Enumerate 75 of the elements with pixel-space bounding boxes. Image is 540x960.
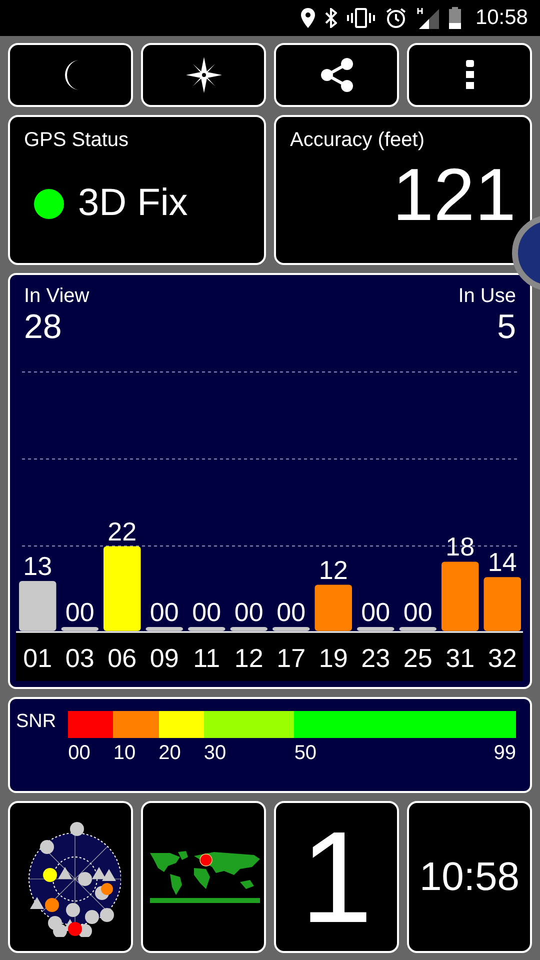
satellite-id: 01 — [23, 643, 52, 673]
bluetooth-icon — [325, 8, 338, 28]
satellite-marker — [42, 868, 56, 882]
battery-icon — [449, 7, 462, 29]
satellite-marker — [70, 822, 84, 836]
satellite-count-tile[interactable]: 1 — [274, 801, 399, 953]
location-icon — [301, 8, 316, 28]
satellite-marker — [100, 908, 114, 922]
satellite-count: 1 — [300, 812, 373, 942]
accuracy-value: 121 — [392, 158, 516, 232]
status-dot — [34, 188, 64, 218]
satellite-marker — [100, 883, 112, 895]
more-button[interactable] — [407, 43, 532, 107]
card-title: Accuracy (feet) — [290, 129, 426, 152]
in-use-count: 5 — [497, 308, 516, 347]
share-icon — [318, 57, 354, 93]
satellite-id: 03 — [65, 643, 94, 673]
snr-tick: 20 — [158, 742, 181, 765]
satellite-id: 32 — [488, 643, 517, 673]
satellite-id: 19 — [318, 643, 348, 673]
vibrate-icon — [347, 8, 376, 28]
in-view-count: 28 — [24, 308, 63, 347]
satellite-id: 17 — [276, 643, 306, 673]
satellite-id: 31 — [446, 643, 475, 673]
snr-tick: 50 — [294, 742, 317, 765]
snr-tick: 99 — [494, 742, 516, 765]
satellite-marker — [66, 903, 80, 917]
bar-value: 14 — [488, 547, 517, 578]
satellite-marker — [92, 867, 106, 879]
alarm-icon — [385, 7, 408, 29]
bar-value: 00 — [150, 597, 179, 627]
satellite-id: 11 — [193, 643, 220, 673]
satellite-marker — [78, 872, 92, 886]
bar-value: 00 — [234, 597, 264, 627]
card-title: GPS Status — [24, 129, 130, 152]
satellite-marker — [52, 924, 66, 937]
satellite-id: 06 — [108, 643, 137, 673]
satellite-marker — [44, 898, 58, 912]
bar-value: 00 — [403, 597, 432, 627]
satellite-marker — [40, 840, 54, 854]
bar-value: 00 — [65, 597, 94, 627]
snr-tick: 30 — [204, 742, 226, 765]
world-map-tile[interactable] — [141, 801, 266, 953]
satellite-id: 23 — [361, 643, 390, 673]
bar-value: 00 — [276, 597, 306, 627]
satellite-id: 12 — [234, 643, 264, 673]
bar-value: 13 — [23, 550, 52, 581]
satellite-marker — [68, 922, 82, 936]
fix-status: 3D Fix — [78, 182, 188, 225]
clock-time: 10:58 — [419, 854, 520, 900]
bar-value: 00 — [361, 597, 390, 627]
clock-tile[interactable]: 10:58 — [407, 801, 532, 953]
signal-icon — [417, 7, 440, 29]
satellite-marker — [84, 910, 98, 924]
in-use-label: In Use — [458, 285, 516, 308]
bar-value: 12 — [318, 554, 348, 585]
bar-value: 18 — [446, 532, 475, 562]
compass-rose-icon — [186, 57, 222, 93]
night-mode-button[interactable] — [8, 43, 133, 107]
bar-value: 22 — [108, 516, 137, 546]
sky-view-tile[interactable] — [8, 801, 133, 953]
satellite-id: 09 — [150, 643, 179, 673]
satellite-marker — [102, 869, 116, 881]
compass-button[interactable] — [141, 43, 266, 107]
bar-value: 00 — [192, 597, 222, 627]
snr-tick: 00 — [68, 742, 90, 765]
in-view-label: In View — [24, 285, 90, 308]
satellite-id: 25 — [403, 643, 432, 673]
snr-tick: 10 — [113, 742, 136, 765]
satellite-marker — [30, 897, 44, 909]
snr-label: SNR — [16, 711, 56, 734]
share-button[interactable] — [274, 43, 399, 107]
satellite-marker — [58, 867, 72, 879]
more-icon — [466, 60, 474, 90]
status-time: 10:58 — [475, 6, 528, 30]
